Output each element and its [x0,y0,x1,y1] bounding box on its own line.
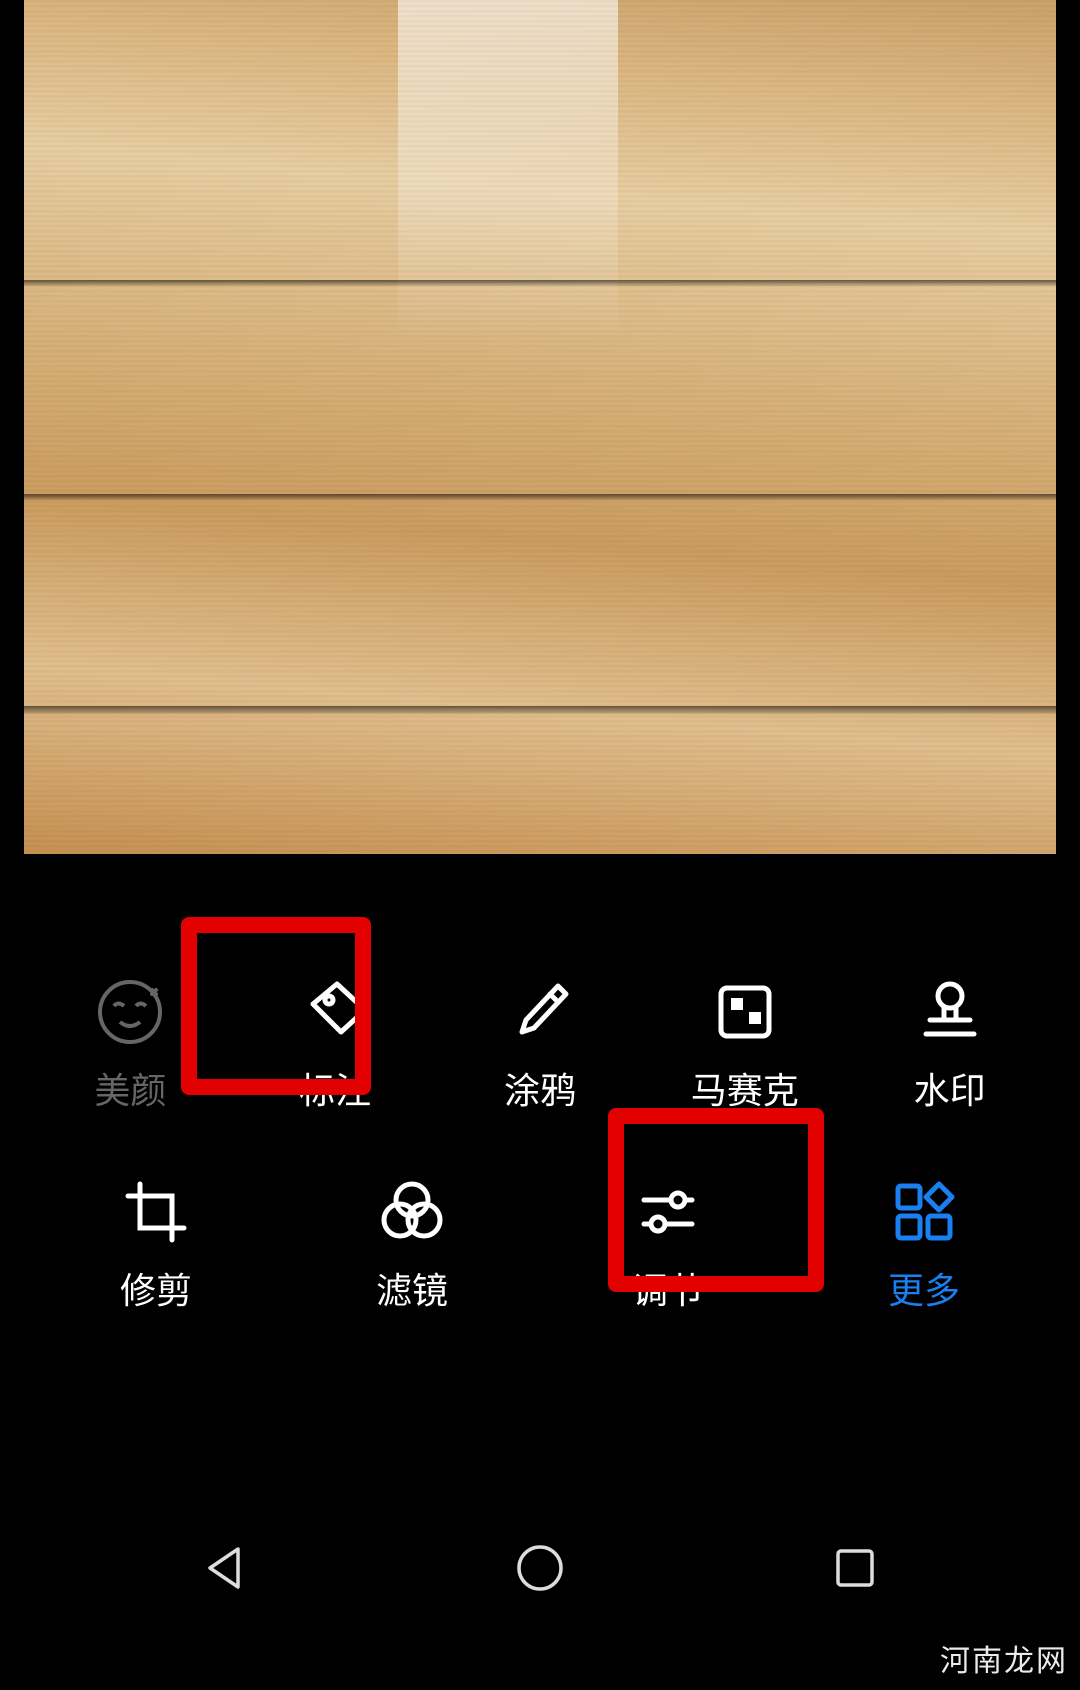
grid-icon [888,1176,960,1248]
tool-label: 滤镜 [376,1262,448,1314]
stamp-icon [914,976,986,1048]
tool-label: 修剪 [120,1262,192,1314]
tool-mosaic[interactable]: 马赛克 [650,965,840,1125]
tool-beauty[interactable]: 美颜 [35,965,225,1125]
face-icon [94,976,166,1048]
tool-adjust[interactable]: 调节 [573,1165,763,1325]
nav-home-button[interactable] [450,1518,630,1618]
filter-icon [376,1176,448,1248]
crop-icon [120,1176,192,1248]
mosaic-icon [709,976,781,1048]
photo-preview[interactable] [24,0,1056,854]
tool-row-2: 修剪 滤镜 调节 更多 [0,1150,1080,1340]
tool-label: 标注 [299,1062,371,1114]
tool-more[interactable]: 更多 [829,1165,1019,1325]
tool-row-1: 美颜 标注 涂鸦 马赛克 水印 [0,950,1080,1140]
circle-home-icon [513,1541,567,1595]
tool-label: 调节 [632,1262,704,1314]
wood-seam [24,494,1056,500]
wood-seam [24,280,1056,286]
tool-doodle[interactable]: 涂鸦 [445,965,635,1125]
wood-seam [24,706,1056,714]
tool-label: 美颜 [94,1062,166,1114]
photo-texture [24,0,1056,854]
triangle-back-icon [198,1541,252,1595]
tool-watermark[interactable]: 水印 [855,965,1045,1125]
square-recent-icon [830,1543,880,1593]
nav-recent-button[interactable] [765,1518,945,1618]
tool-label: 更多 [888,1262,960,1314]
sliders-icon [632,1176,704,1248]
tool-label: 涂鸦 [504,1062,576,1114]
system-nav-bar [0,1508,1080,1628]
tool-label: 水印 [914,1062,986,1114]
tool-label: 马赛克 [691,1062,799,1114]
tool-annotate[interactable]: 标注 [240,965,430,1125]
source-watermark: 河南龙网 [940,1636,1068,1680]
nav-back-button[interactable] [135,1518,315,1618]
tool-crop[interactable]: 修剪 [61,1165,251,1325]
tool-filter[interactable]: 滤镜 [317,1165,507,1325]
tag-icon [299,976,371,1048]
brush-icon [504,976,576,1048]
